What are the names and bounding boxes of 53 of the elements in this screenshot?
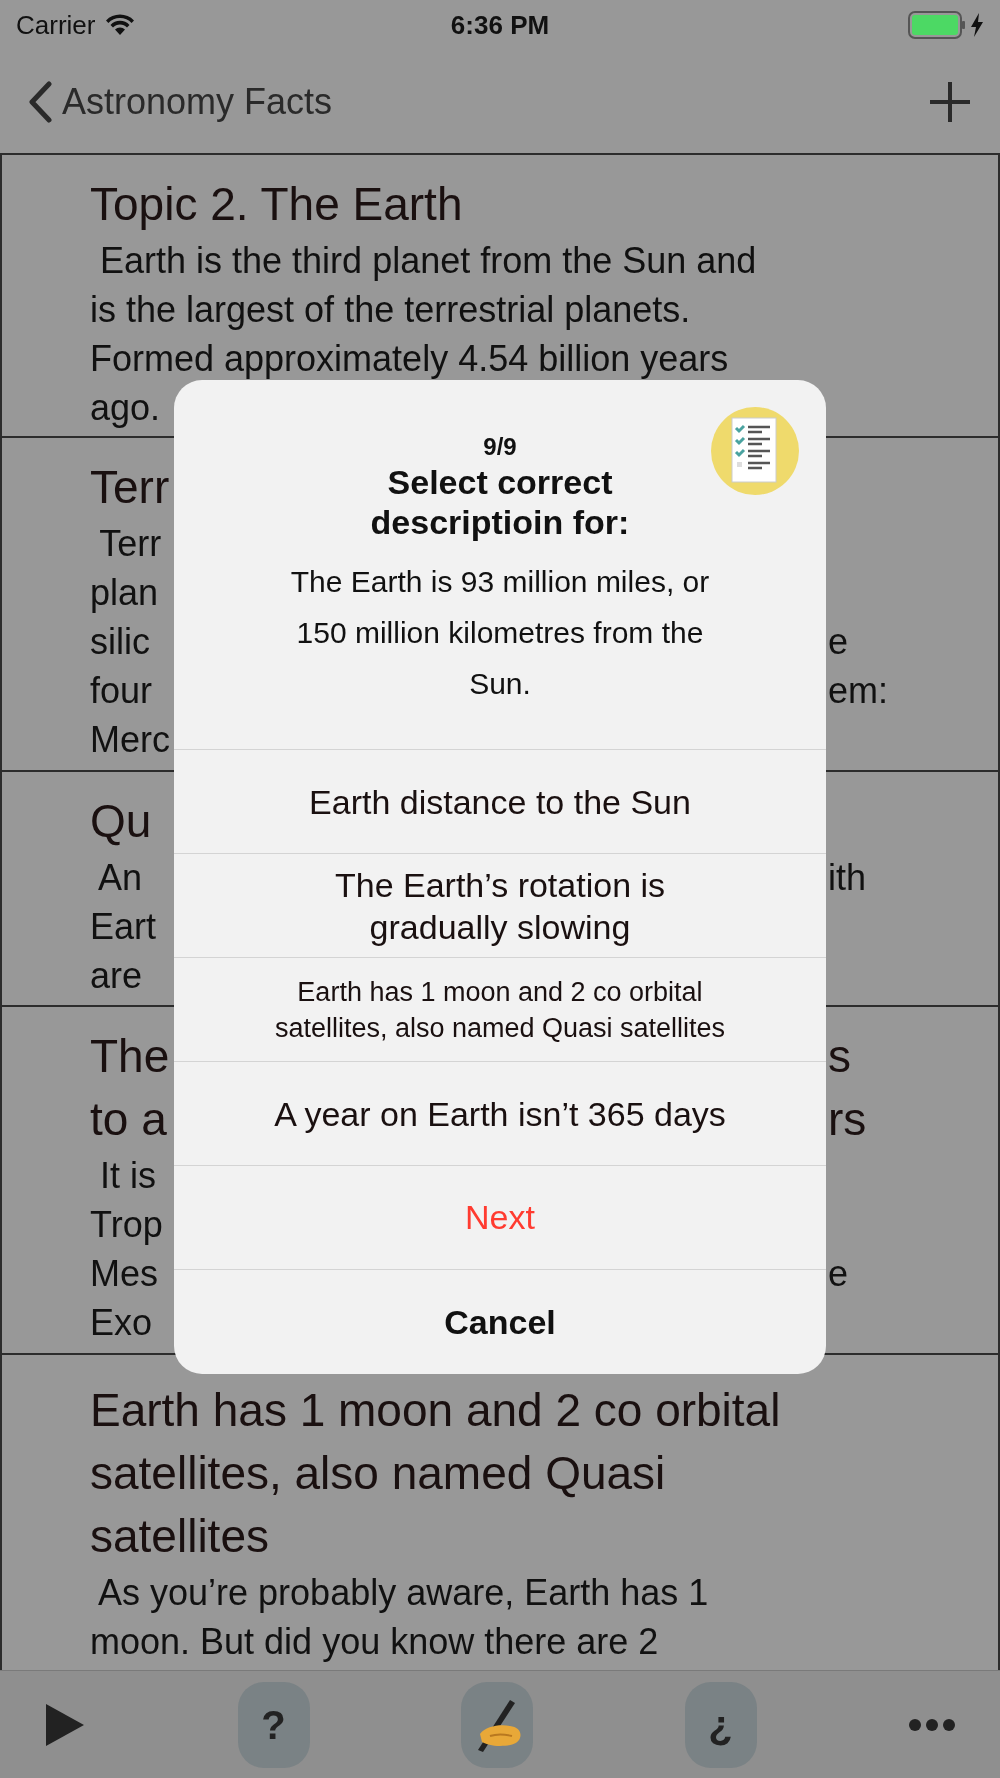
answer-option[interactable]: Earth has 1 moon and 2 co orbital satellites, also named Quasi satellites	[174, 958, 826, 1062]
writing-button[interactable]	[461, 1681, 533, 1768]
answer-option[interactable]: The Earth’s rotation is gradually slowing	[174, 854, 826, 958]
topic-text: Exo	[90, 1301, 153, 1345]
answer-option[interactable]: A year on Earth isn’t 365 days	[174, 1062, 826, 1166]
topic-text: are	[90, 954, 143, 998]
topic-text: e	[828, 620, 849, 664]
topic-text: is the largest of the terrestrial planets.	[90, 288, 691, 332]
topic-title: satellites, also named Quasi	[90, 1446, 666, 1501]
wifi-icon	[105, 14, 136, 36]
topic-text: ith	[828, 856, 867, 900]
topic-text: Earth is the third planet from the Sun and	[99, 239, 757, 283]
topic-title: Earth has 1 moon and 2 co orbital	[90, 1383, 781, 1438]
add-icon[interactable]	[928, 79, 972, 124]
toolbar-button[interactable]: ?	[237, 1681, 310, 1768]
topic-text: Mes	[90, 1253, 158, 1294]
topic-title: Qu	[90, 794, 152, 849]
topic-text: moon. But did you know there are 2	[90, 1620, 659, 1664]
question-text: The Earth is 93 million miles, or 150 million kilometres from the Sun.	[289, 564, 711, 702]
topic-text: Merc	[90, 718, 170, 762]
topic-title: rs	[828, 1092, 867, 1147]
topic-title: s	[828, 1029, 851, 1084]
topic-text: Eart	[90, 905, 157, 949]
topic-text: silic	[90, 621, 150, 662]
topic-title: satellites	[90, 1509, 269, 1564]
answer-option[interactable]: Earth distance to the Sun	[174, 750, 826, 854]
topic-text: plan	[90, 571, 159, 615]
toolbar-button[interactable]: ¿	[684, 1681, 757, 1768]
topic-text: ago.	[90, 386, 161, 430]
topic-text: em:	[828, 669, 888, 713]
battery-icon	[908, 11, 966, 39]
checklist-icon	[710, 406, 800, 496]
topic-text: It is	[99, 1154, 156, 1198]
topic-title: Terr	[90, 460, 170, 515]
back-button[interactable]: Astronomy Facts	[28, 74, 333, 129]
play-icon[interactable]	[44, 1701, 86, 1748]
topic-text: four	[90, 670, 153, 711]
topic-text: Trop	[90, 1203, 163, 1247]
topic-text: Terr	[98, 522, 162, 566]
carrier-label: Carrier	[16, 8, 96, 42]
status-time: 6:36 PM	[450, 8, 550, 42]
question-counter: 9/9	[483, 432, 517, 462]
topic-text: As you’re probably aware, Earth has 1	[97, 1571, 709, 1615]
topic-text: e	[828, 1252, 849, 1296]
topic-title: The	[90, 1030, 170, 1082]
back-chevron-icon	[28, 80, 52, 123]
topic-title: to a	[90, 1093, 167, 1145]
cancel-button[interactable]: Cancel	[174, 1270, 826, 1374]
topic-title: Topic 2. The Earth	[90, 177, 463, 232]
dialog-title: Select correct descriptioin for:	[369, 462, 631, 542]
topic-text: Formed approximately 4.54 billion years	[90, 337, 729, 381]
topic-text: An	[97, 857, 143, 898]
more-icon[interactable]	[908, 1717, 956, 1732]
